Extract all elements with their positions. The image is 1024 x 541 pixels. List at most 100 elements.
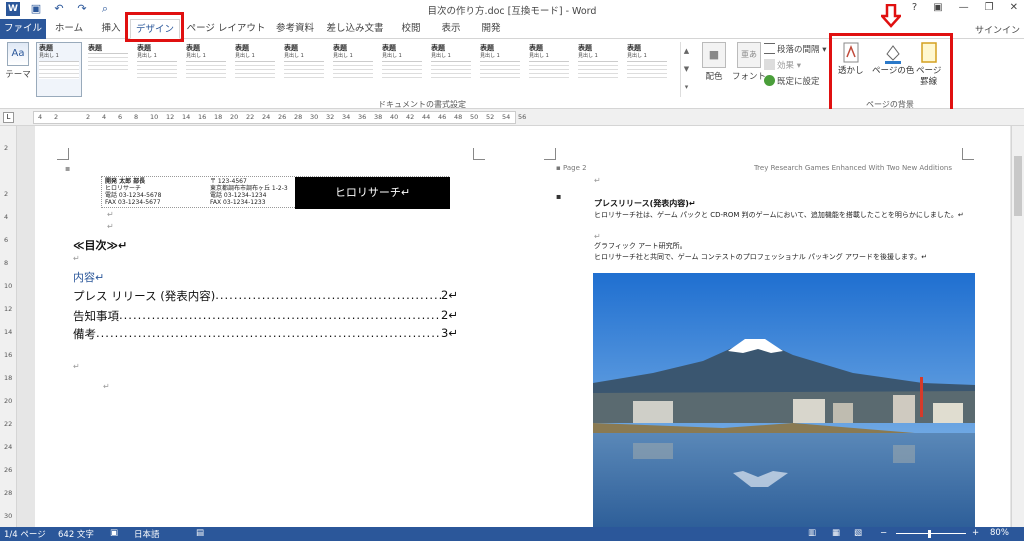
- vertical-ruler[interactable]: 2 2 4 6 8 10 12 14 16 18 20 22 24 26 28 30: [0, 126, 17, 527]
- crop-mark: [962, 148, 974, 160]
- ruler-mark: 38: [374, 113, 383, 121]
- style-set-item[interactable]: 表題 見出し 1: [134, 42, 180, 97]
- paragraph-spacing-button[interactable]: 段落の間隔 ▾: [764, 43, 826, 55]
- tab-references[interactable]: 参考資料: [270, 19, 320, 39]
- style-set-item[interactable]: 表題: [85, 42, 131, 97]
- style-set-item[interactable]: 表題 見出し 1: [624, 42, 670, 97]
- style-set-heading: 見出し 1: [529, 53, 549, 59]
- zoom-level[interactable]: 80%: [990, 528, 1009, 538]
- style-set-title: 表題: [39, 44, 53, 52]
- style-set-heading: 見出し 1: [333, 53, 353, 59]
- web-layout-icon[interactable]: ▧: [854, 528, 862, 538]
- colors-button[interactable]: ■ 配色: [702, 42, 726, 82]
- horizontal-ruler-bar: L 4 2 2 4 6 8 10 12 14 16 18 20 22 24 26 28 30 32 34 36 38 40…: [0, 109, 1024, 126]
- scrollbar-thumb[interactable]: [1014, 156, 1022, 216]
- vruler-mark: 28: [4, 489, 13, 497]
- ruler-mark: 22: [246, 113, 255, 121]
- zoom-slider-thumb[interactable]: [928, 530, 931, 538]
- vruler-mark: 8: [4, 259, 9, 267]
- style-set-item[interactable]: 表題 見出し 1: [232, 42, 278, 97]
- style-set-lines: [627, 61, 667, 79]
- help-button[interactable]: ?: [912, 2, 917, 13]
- read-mode-icon[interactable]: ▥: [808, 528, 816, 538]
- ruler-mark: 2: [86, 113, 91, 121]
- ruler-mark: 24: [262, 113, 271, 121]
- crop-mark: [57, 148, 69, 160]
- style-set-title: 表題: [235, 44, 249, 52]
- proofing-icon[interactable]: ▣: [110, 528, 118, 538]
- tab-developer[interactable]: 開発: [474, 19, 508, 39]
- vruler-mark: 2: [4, 144, 9, 152]
- style-set-item[interactable]: 表題 見出し 1: [575, 42, 621, 97]
- vruler-mark: 12: [4, 305, 13, 313]
- effects-button[interactable]: 効果 ▾: [764, 59, 801, 71]
- ruler-mark: 18: [214, 113, 223, 121]
- page-header-number: ▪ Page 2: [556, 164, 587, 172]
- vruler-mark: 10: [4, 282, 13, 290]
- restore-button[interactable]: ❐: [985, 2, 994, 13]
- tab-review[interactable]: 校閲: [394, 19, 428, 39]
- vruler-mark: 26: [4, 466, 13, 474]
- style-set-heading: 見出し 1: [39, 53, 59, 59]
- set-default-button[interactable]: 既定に設定: [764, 75, 820, 87]
- minimize-button[interactable]: —: [959, 2, 969, 13]
- sign-in-link[interactable]: サインイン: [975, 23, 1020, 36]
- style-set-heading: 見出し 1: [627, 53, 647, 59]
- toc-entry[interactable]: プレス リリース (発表内容) 2↵: [73, 288, 458, 304]
- page-count[interactable]: 1/4 ページ: [4, 528, 46, 540]
- gallery-scroll[interactable]: ▲ ▼ ▾: [680, 42, 692, 97]
- zoom-out-icon[interactable]: −: [880, 528, 887, 538]
- zoom-in-icon[interactable]: +: [972, 528, 979, 538]
- vruler-mark: 30: [4, 512, 13, 520]
- zoom-slider[interactable]: [896, 533, 966, 534]
- ruler-mark: 36: [358, 113, 367, 121]
- style-set-item[interactable]: 表題 見出し 1: [379, 42, 425, 97]
- tab-view[interactable]: 表示: [434, 19, 468, 39]
- ruler-mark: 20: [230, 113, 239, 121]
- style-set-item[interactable]: 表題 見出し 1: [477, 42, 523, 97]
- horizontal-ruler[interactable]: 4 2 2 4 6 8 10 12 14 16 18 20 22 24 26 28 30 32 34 36 38 40 42…: [33, 111, 526, 124]
- letterhead: 開発 太郎 部長 ヒロリサーチ 電話 03-1234-5678 FAX 03-1…: [101, 176, 450, 209]
- vruler-mark: 20: [4, 397, 13, 405]
- style-set-title: 表題: [529, 44, 543, 52]
- style-set-item[interactable]: 表題 見出し 1: [36, 42, 82, 97]
- toc-heading[interactable]: 内容↵: [73, 269, 104, 285]
- ruler-mark: 28: [294, 113, 303, 121]
- macro-icon[interactable]: ▤: [196, 528, 204, 538]
- design-tab-highlight: [125, 12, 184, 42]
- ruler-mark: 4: [102, 113, 107, 121]
- close-button[interactable]: ✕: [1010, 2, 1018, 13]
- style-set-item[interactable]: 表題 見出し 1: [526, 42, 572, 97]
- tab-selector[interactable]: L: [3, 112, 14, 123]
- style-set-item[interactable]: 表題 見出し 1: [183, 42, 229, 97]
- down-arrow-icon: [881, 4, 901, 28]
- tab-page-layout[interactable]: ページ レイアウト: [184, 19, 268, 39]
- ribbon-display-button[interactable]: ▣: [933, 2, 942, 13]
- word-count[interactable]: 642 文字: [58, 528, 94, 540]
- style-set-title: 表題: [186, 44, 200, 52]
- ruler-mark: 4: [38, 113, 43, 121]
- ruler-mark: 30: [310, 113, 319, 121]
- page-2[interactable]: ▪ Page 2 Trey Research Games Enhanced Wi…: [514, 126, 1010, 527]
- style-set-item[interactable]: 表題 見出し 1: [428, 42, 474, 97]
- ruler-mark: 40: [390, 113, 399, 121]
- style-set-lines: [578, 61, 618, 79]
- vertical-scrollbar[interactable]: [1011, 126, 1024, 527]
- tab-home[interactable]: ホーム: [50, 19, 88, 39]
- toc-entry[interactable]: 備考 3↵: [73, 326, 458, 342]
- language[interactable]: 日本語: [134, 528, 160, 540]
- fonts-button[interactable]: 亜あ フォント: [732, 42, 766, 82]
- crop-mark: [473, 148, 485, 160]
- style-set-item[interactable]: 表題 見出し 1: [281, 42, 327, 97]
- themes-button[interactable]: Aa テーマ: [4, 42, 32, 80]
- tab-file[interactable]: ファイル: [0, 19, 46, 39]
- tab-mailings[interactable]: 差し込み文書: [322, 19, 388, 39]
- style-set-item[interactable]: 表題 見出し 1: [330, 42, 376, 97]
- page-1[interactable]: ▪ 開発 太郎 部長 ヒロリサーチ 電話 03-1234-5678 FAX 03…: [35, 126, 527, 527]
- print-layout-icon[interactable]: ▦: [832, 528, 840, 538]
- vruler-mark: 4: [4, 213, 9, 221]
- toc-entry[interactable]: 告知事項 2↵: [73, 308, 458, 324]
- style-set-title: 表題: [333, 44, 347, 52]
- vruler-mark: 24: [4, 443, 13, 451]
- style-set-heading: 見出し 1: [235, 53, 255, 59]
